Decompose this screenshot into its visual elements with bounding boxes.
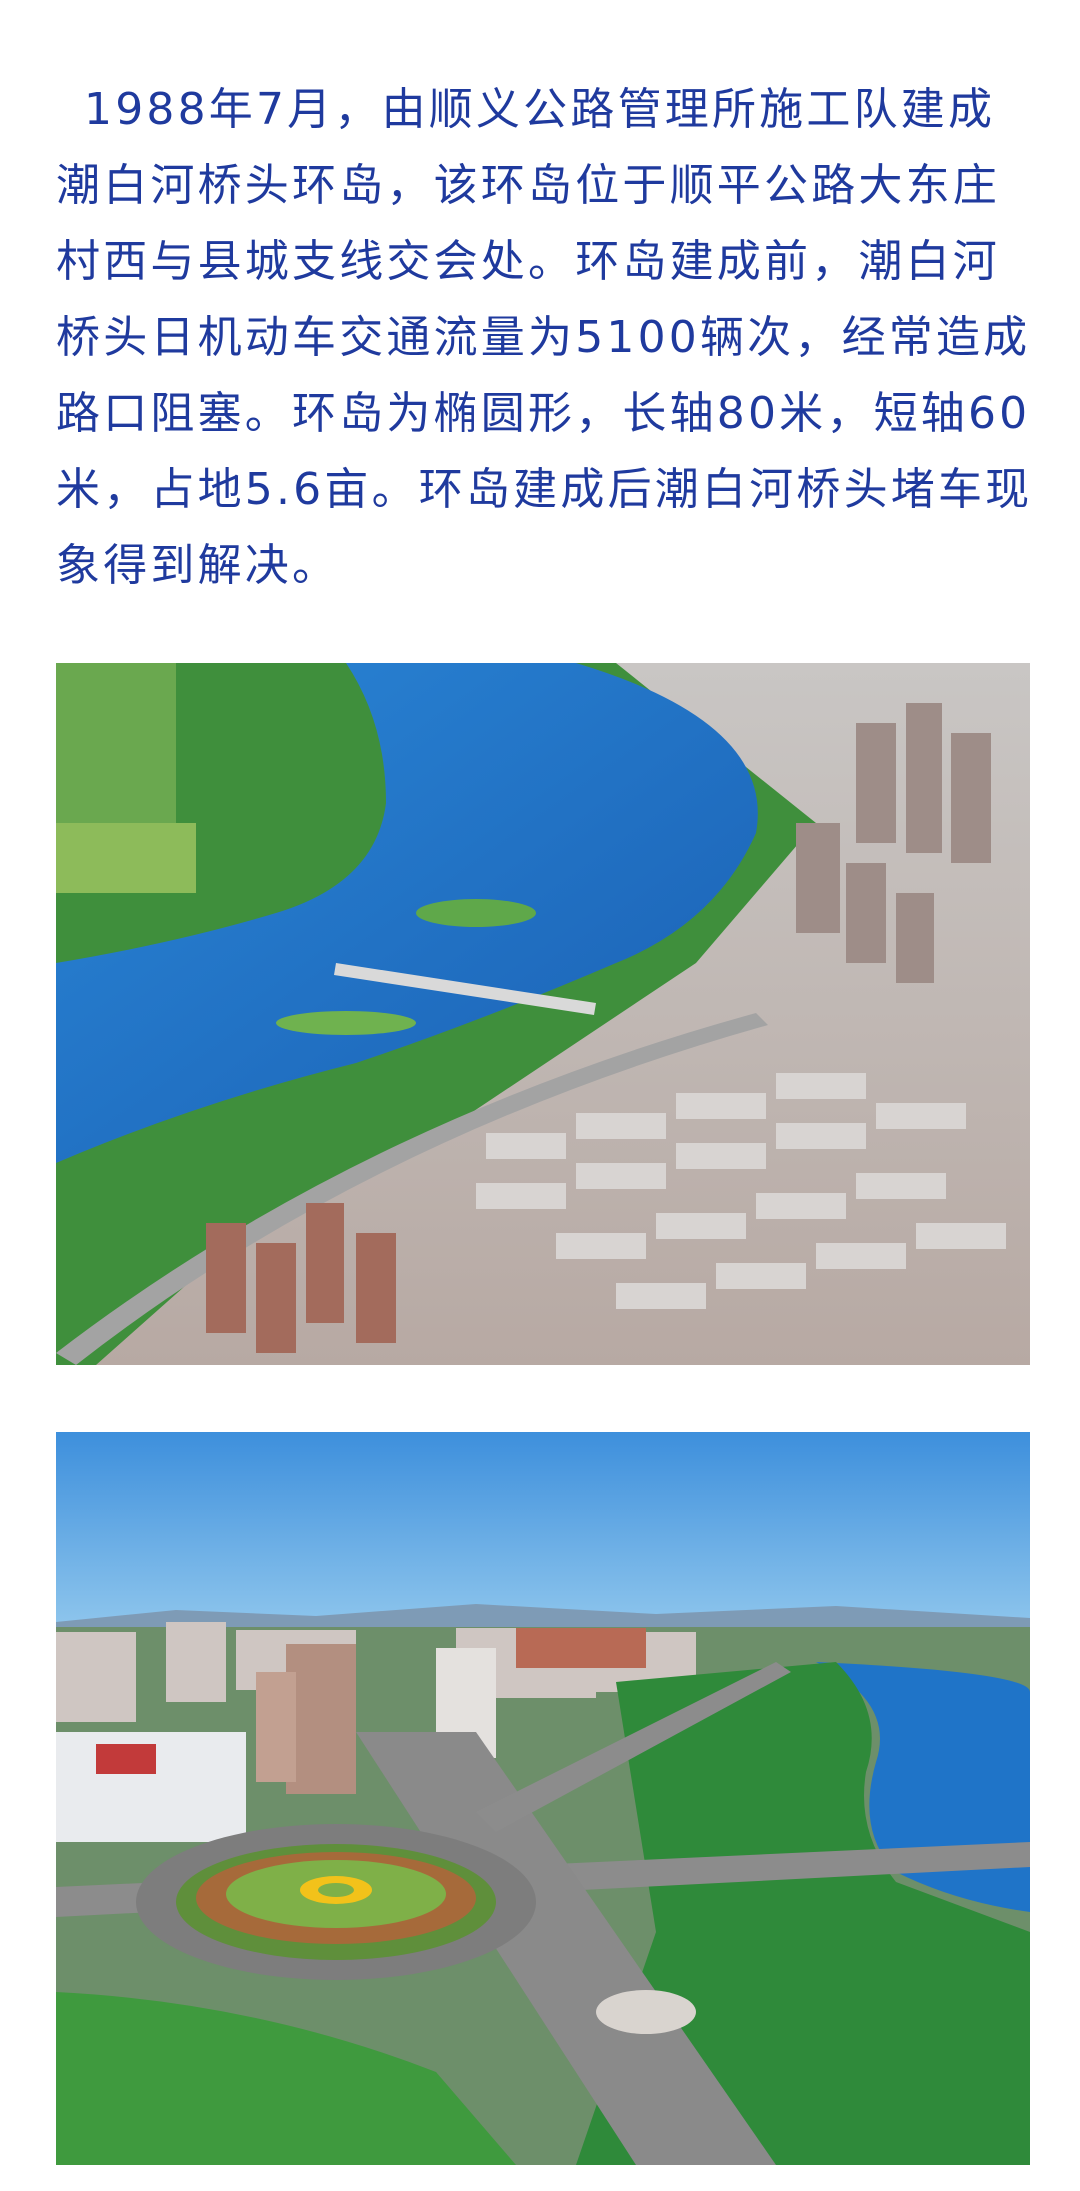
article-paragraph: 1988年7月，由顺义公路管理所施工队建成潮白河桥头环岛，该环岛位于顺平公路大东… <box>56 84 1033 591</box>
aerial-river-city-photo <box>56 663 1030 1365</box>
roundabout-aerial-photo <box>56 1432 1030 2165</box>
